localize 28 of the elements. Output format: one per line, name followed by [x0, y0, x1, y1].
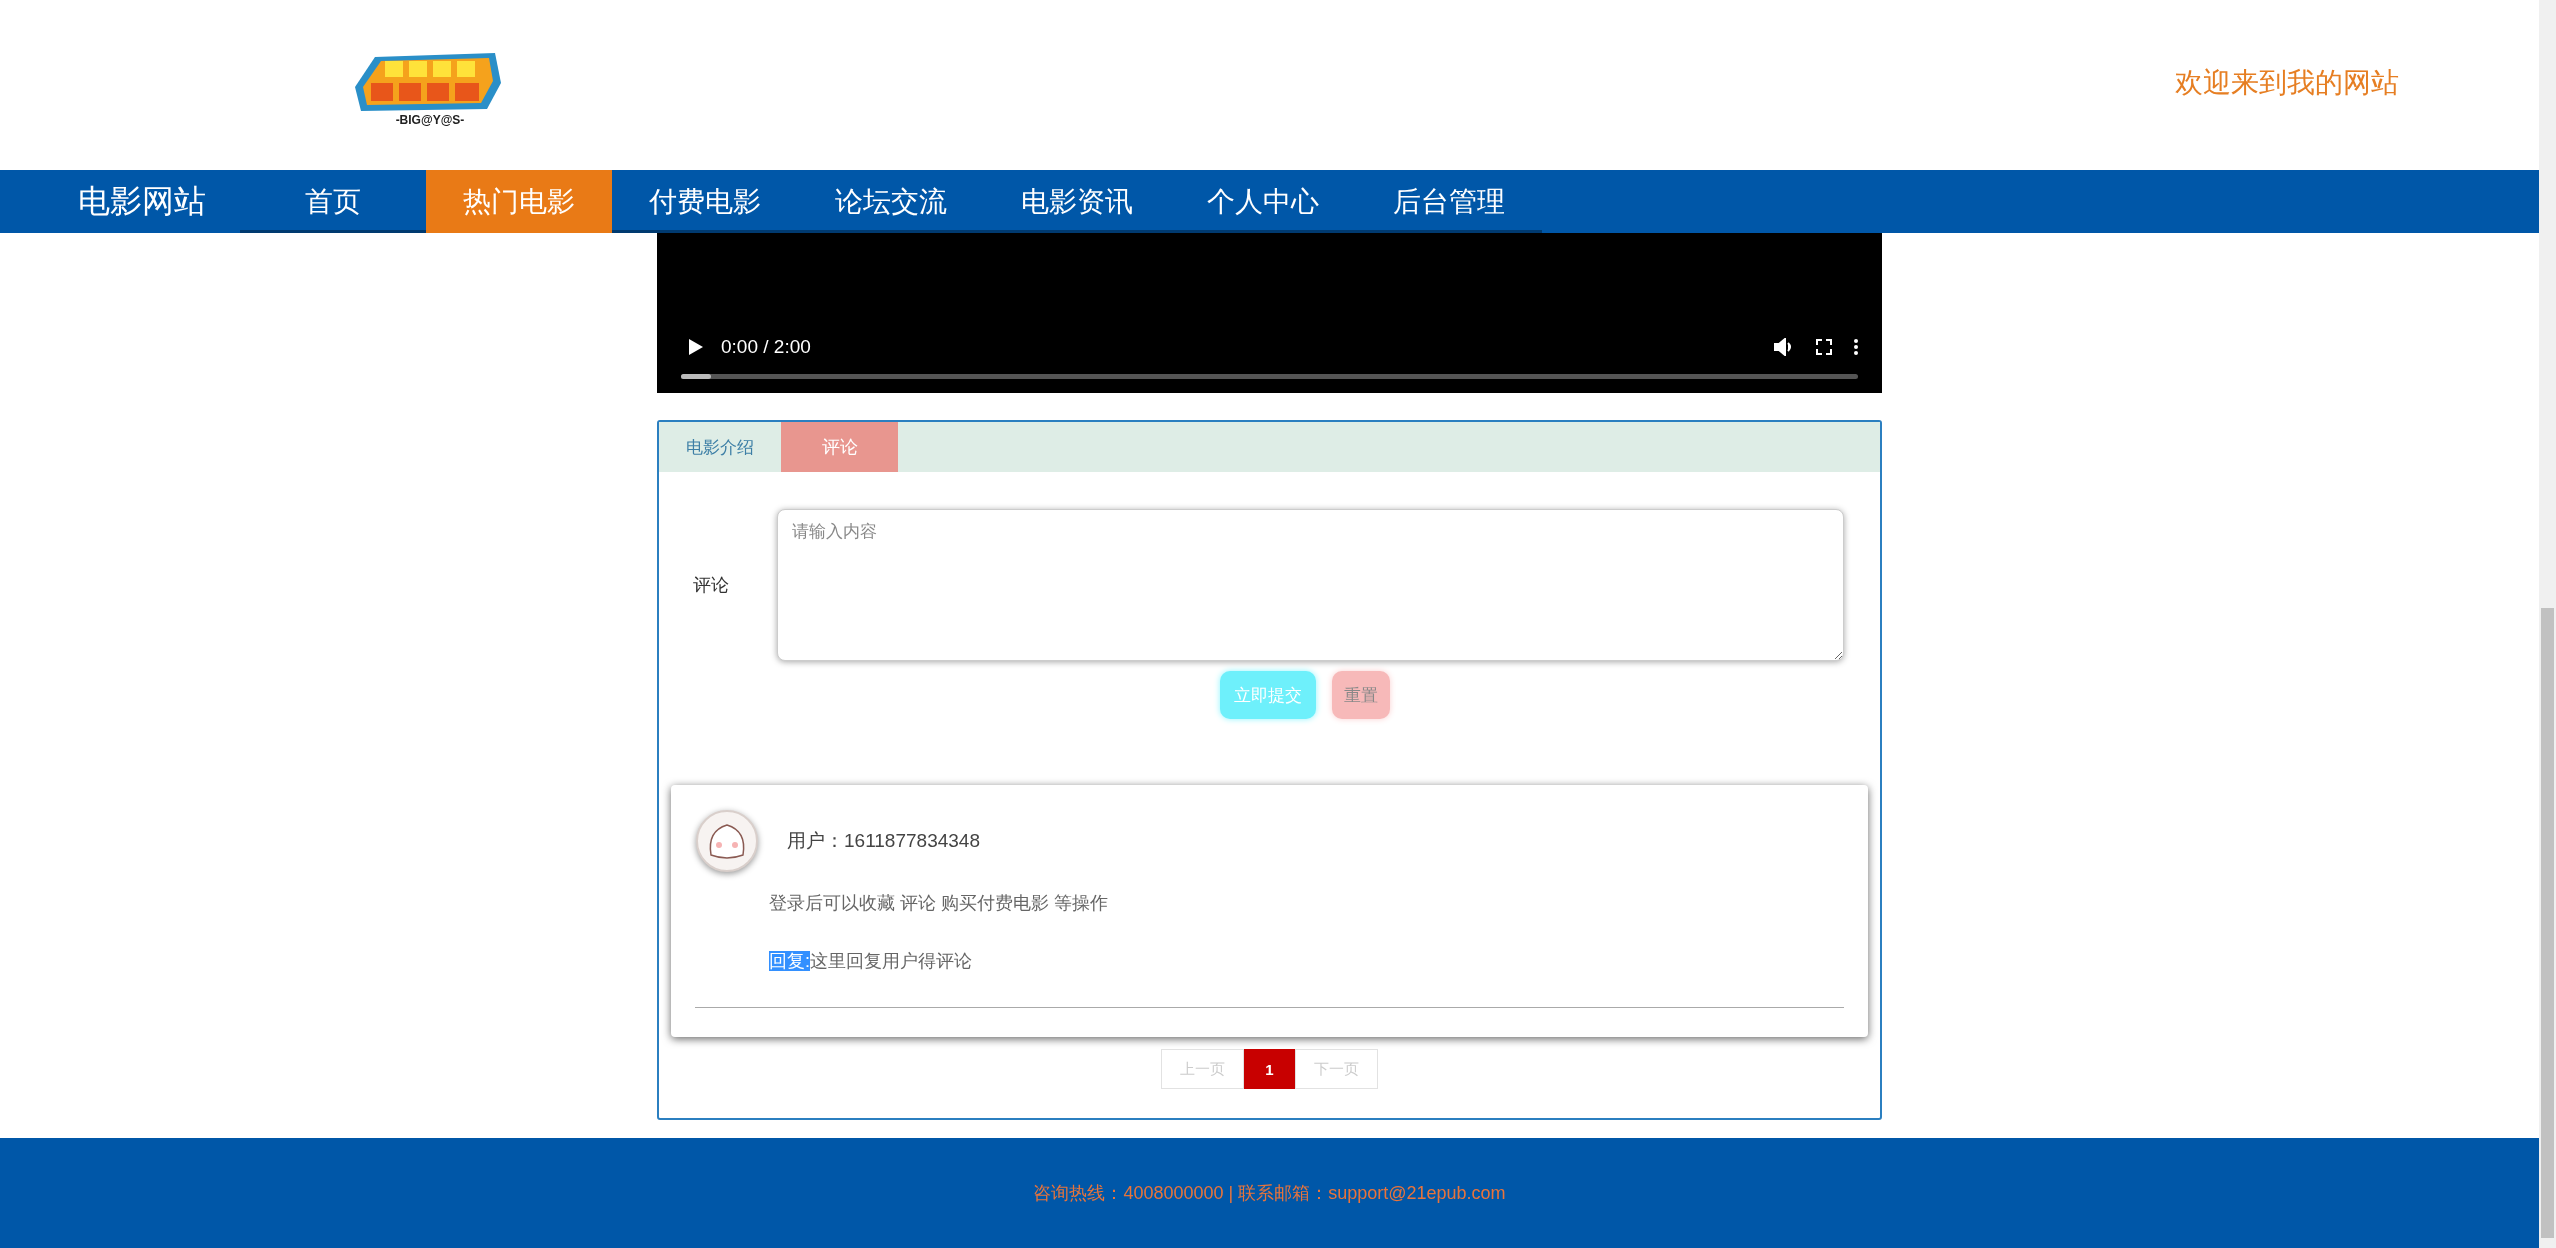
comment-field[interactable]: 请输入内容	[777, 509, 1844, 661]
scrollbar[interactable]	[2539, 0, 2556, 1248]
nav-item[interactable]: 付费电影	[612, 170, 798, 233]
logo-subtitle: -BIG@Y@S-	[395, 113, 465, 127]
avatar-icon	[695, 809, 759, 873]
nav-item[interactable]: 论坛交流	[798, 170, 984, 233]
nav-item[interactable]: 电影资讯	[984, 170, 1170, 233]
reply-text: 这里回复用户得评论	[810, 951, 972, 971]
site-logo[interactable]: -BIG@Y@S-	[355, 53, 505, 127]
comment-text: 登录后可以收藏 评论 购买付费电影 等操作	[769, 892, 1109, 915]
comment-user: 用户：1611877834348	[787, 829, 980, 853]
site-name[interactable]: 电影网站	[78, 170, 240, 233]
video-time: 0:00 / 2:00	[721, 336, 811, 358]
comment-label: 评论	[693, 574, 730, 597]
progress-track[interactable]	[681, 374, 1858, 379]
nav-item[interactable]: 首页	[240, 170, 426, 233]
welcome-text: 欢迎来到我的网站	[2175, 66, 2399, 100]
tab[interactable]: 电影介绍	[659, 422, 781, 472]
nav-item[interactable]: 后台管理	[1356, 170, 1542, 233]
reply-label: 回复:	[769, 951, 810, 971]
video-player[interactable]: 0:00 / 2:00	[657, 233, 1882, 393]
more-icon[interactable]	[1854, 339, 1858, 355]
page-link[interactable]: 1	[1244, 1049, 1295, 1089]
volume-icon[interactable]	[1774, 338, 1794, 356]
nav-item[interactable]: 个人中心	[1170, 170, 1356, 233]
play-icon[interactable]	[689, 339, 703, 355]
contact-text: 咨询热线：4008000000 | 联系邮箱：support@21epub.com	[1033, 1182, 1506, 1205]
fullscreen-icon[interactable]	[1816, 339, 1832, 355]
